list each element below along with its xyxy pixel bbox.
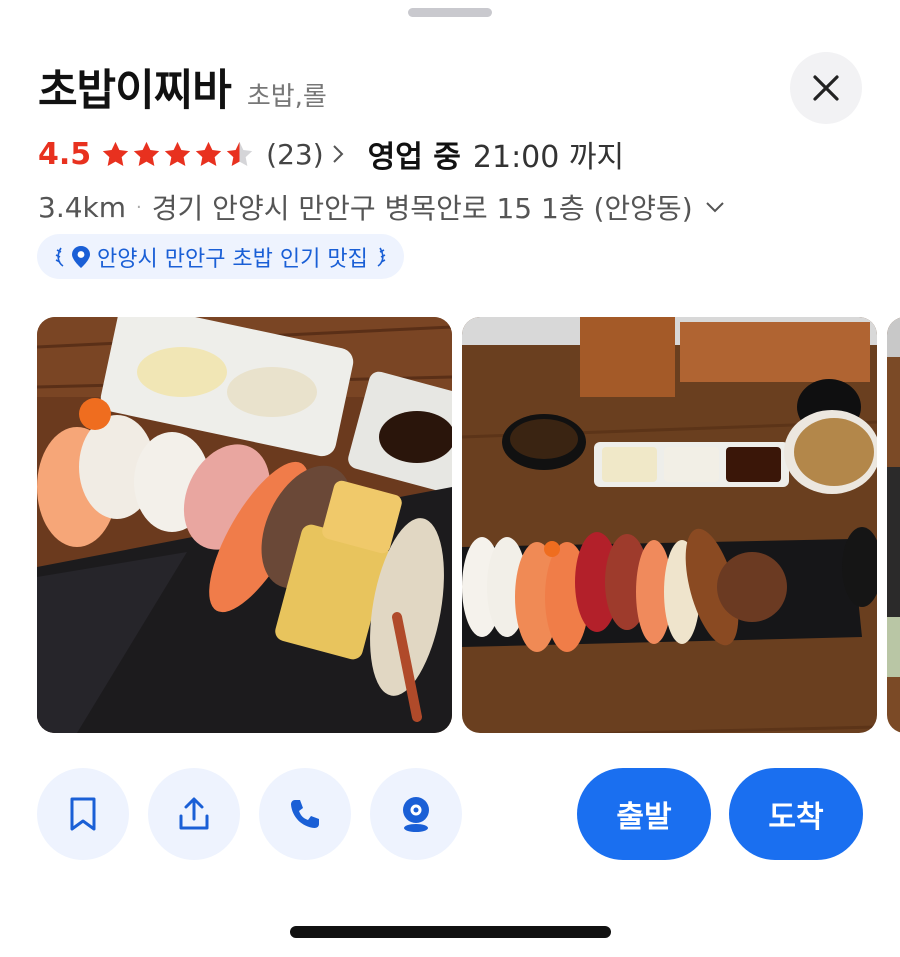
address-row[interactable]: 3.4km · 경기 안양시 만안구 병목안로 15 1층 (안양동) <box>38 187 725 227</box>
title-row: 초밥이찌바 초밥,롤 <box>38 56 327 118</box>
street-view-button[interactable] <box>370 768 462 860</box>
sushi-set-table-photo[interactable] <box>462 317 877 733</box>
sheet-grabber-handle[interactable] <box>408 8 492 17</box>
review-count-link[interactable]: (23) <box>266 137 344 171</box>
location-pin-icon <box>72 245 90 268</box>
place-category: 초밥,롤 <box>246 82 327 112</box>
arrive-button[interactable]: 도착 <box>729 768 863 860</box>
rating-row: 4.5 (23) 영업 중 21:00 까지 <box>38 132 624 176</box>
share-button[interactable] <box>148 768 240 860</box>
distance: 3.4km <box>38 190 127 224</box>
close-icon <box>813 75 839 101</box>
photo-carousel[interactable] <box>37 317 900 733</box>
partial-photo[interactable] <box>887 317 900 733</box>
open-status: 영업 중 <box>367 140 461 175</box>
place-detail-sheet: 초밥이찌바 초밥,롤 4.5 (23) 영업 중 21:00 까지 3.4km … <box>0 0 900 957</box>
chevron-down-icon <box>705 202 724 213</box>
address-text: 경기 안양시 만안구 병목안로 15 1층 (안양동) <box>151 192 693 225</box>
rating-score: 4.5 <box>38 136 92 172</box>
sushi-platter-photo[interactable] <box>37 317 452 733</box>
star-rating <box>101 140 256 169</box>
share-icon <box>179 797 209 830</box>
laurel-right-icon <box>377 247 386 267</box>
laurel-left-icon <box>55 247 64 267</box>
phone-icon <box>291 800 319 828</box>
home-indicator <box>290 926 611 938</box>
star-full-icon <box>102 141 129 166</box>
call-button[interactable] <box>259 768 351 860</box>
star-half-icon <box>226 141 253 166</box>
bookmark-icon <box>70 797 96 831</box>
review-count: (23) <box>266 137 324 171</box>
address-separator: · <box>136 196 142 218</box>
badge-label: 안양시 만안구 초밥 인기 맛집 <box>97 246 368 272</box>
star-full-icon <box>164 141 191 166</box>
closing-time: 21:00 까지 <box>472 140 625 175</box>
close-button[interactable] <box>790 52 862 124</box>
street-view-icon <box>403 797 429 832</box>
place-name: 초밥이찌바 <box>38 66 232 116</box>
popular-place-badge[interactable]: 안양시 만안구 초밥 인기 맛집 <box>37 234 404 279</box>
chevron-right-icon <box>332 145 344 163</box>
star-full-icon <box>133 141 160 166</box>
save-bookmark-button[interactable] <box>37 768 129 860</box>
star-full-icon <box>195 141 222 166</box>
depart-button[interactable]: 출발 <box>577 768 711 860</box>
